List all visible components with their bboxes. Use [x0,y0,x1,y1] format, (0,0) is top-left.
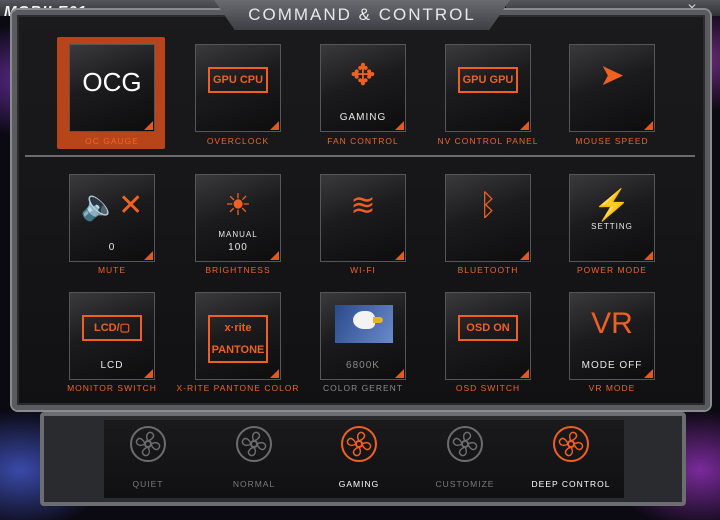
icon-mouse-speed: ➤ [599,59,625,92]
title-bar: COMMAND & CONTROL [214,0,510,30]
icon-nv-control-panel: GPU GPU [458,67,518,93]
icon-wifi: ≋ [350,189,376,222]
mode-gaming[interactable]: GAMING [311,424,407,494]
tile-wifi[interactable]: ≋ [320,174,406,262]
mode-label-gaming: GAMING [338,479,380,489]
tile-value-brightness: 100 [228,242,248,253]
tile-label-power-mode: POWER MODE [577,265,647,275]
fan-icon-normal [234,424,274,464]
tile-xrite-pantone-color[interactable]: x·rite PANTONE [195,292,281,380]
tile-value-vr-mode: MODE OFF [581,360,643,371]
tile-oc-gauge[interactable]: OCG [69,44,155,132]
window-title: COMMAND & CONTROL [248,5,476,24]
icon-overclock: GPU CPU [208,67,268,93]
tile-brightness[interactable]: ☀ MANUAL 100 [195,174,281,262]
tile-label-xrite-pantone-color: X-RITE PANTONE COLOR [176,383,300,393]
tile-label-fan-control: FAN CONTROL [327,136,399,146]
eagle-beak [373,317,383,323]
tile-nv-control-panel[interactable]: GPU GPU [445,44,531,132]
icon-fan-control: ✥ [350,59,376,92]
tile-osd-switch[interactable]: OSD ON [445,292,531,380]
mode-label-deep-control: DEEP CONTROL [531,479,611,489]
fan-icon-gaming [339,424,379,464]
row-divider [25,155,695,157]
mode-label-quiet: QUIET [132,479,164,489]
eagle-image [335,305,393,343]
mode-normal[interactable]: NORMAL [206,424,302,494]
tile-label-bluetooth: BLUETOOTH [457,265,519,275]
tile-label-color-gerent: COLOR GERENT [322,383,403,393]
icon-mute: 🔈✕ [80,189,144,222]
tile-overclock[interactable]: GPU CPU [195,44,281,132]
tile-color-gerent[interactable]: 6800K [320,292,406,380]
tile-label-monitor-switch: MONITOR SWITCH [67,383,157,393]
icon-osd-switch: OSD ON [458,315,518,341]
mode-quiet[interactable]: QUIET [100,424,196,494]
icon-xrite-pantone-color: x·rite PANTONE [208,315,268,363]
fan-icon-deep-control [551,424,591,464]
fan-icon-quiet [128,424,168,464]
tile-label-wifi: WI-FI [350,265,376,275]
mode-deep-control[interactable]: DEEP CONTROL [523,424,619,494]
eagle-head [353,311,375,329]
icon-monitor-switch: LCD/▢ [82,315,142,341]
tile-label-brightness: BRIGHTNESS [205,265,271,275]
tile-value-monitor-switch: LCD [100,360,124,371]
tile-label-nv-control-panel: NV CONTROL PANEL [437,136,539,146]
icon-oc-gauge: OCG [82,67,142,97]
tile-value-color-gerent: 6800K [346,360,380,371]
tile-vr-mode[interactable]: VR MODE OFF [569,292,655,380]
tile-label-vr-mode: VR MODE [588,383,636,393]
mode-customize[interactable]: CUSTOMIZE [417,424,513,494]
tile-mouse-speed[interactable]: ➤ [569,44,655,132]
tile-bluetooth[interactable]: ᛒ [445,174,531,262]
icon-vr-mode: VR [591,307,633,340]
tile-monitor-switch[interactable]: LCD/▢ LCD [69,292,155,380]
fan-icon-customize [445,424,485,464]
mode-label-normal: NORMAL [232,479,276,489]
tile-mid-power-mode: SETTING [591,222,633,231]
icon-power-mode: ⚡ [593,189,631,222]
tile-value-mute: 0 [108,242,116,253]
tile-label-osd-switch: OSD SWITCH [455,383,521,393]
tile-value-fan-control: GAMING [339,112,387,123]
tile-fan-control[interactable]: ✥ GAMING [320,44,406,132]
tile-mute[interactable]: 🔈✕ 0 [69,174,155,262]
tile-power-mode[interactable]: ⚡ SETTING [569,174,655,262]
tile-label-oc-gauge: OC GAUGE [85,136,139,146]
tile-label-overclock: OVERCLOCK [206,136,270,146]
icon-brightness: ☀ [224,189,252,222]
mode-label-customize: CUSTOMIZE [435,479,495,489]
tile-mode-brightness: MANUAL [218,230,258,239]
tile-label-mouse-speed: MOUSE SPEED [575,136,649,146]
icon-bluetooth: ᛒ [479,189,497,222]
tile-label-mute: MUTE [97,265,127,275]
